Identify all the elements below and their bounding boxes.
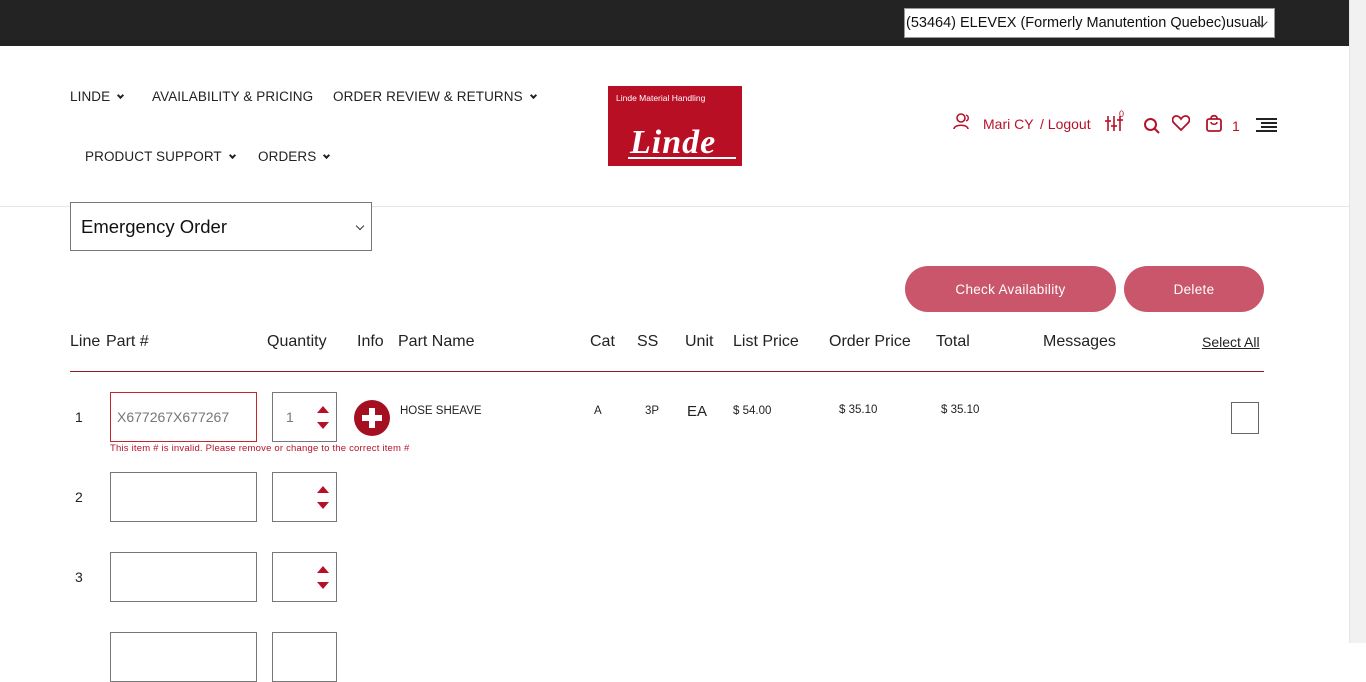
page-scrollbar[interactable] [1349,0,1366,643]
account-select-value: (53464) ELEVEX (Formerly Manutention Que… [906,15,1264,31]
column-header-quantity: Quantity [267,333,327,350]
nav-orders-label: ORDERS [258,149,317,164]
nav-availability-pricing-label: AVAILABILITY & PRICING [152,89,314,104]
column-header-list-price: List Price [733,333,799,350]
decrement-arrow-icon[interactable] [317,502,329,509]
column-header-ss: SS [637,333,659,350]
logo-tagline: Linde Material Handling [616,93,706,103]
user-name-link[interactable]: Mari CY [983,116,1034,132]
table-header-divider [70,371,1264,372]
column-header-unit: Unit [685,333,714,350]
heart-icon[interactable] [1172,115,1190,131]
nav-linde[interactable]: LINDE [70,89,125,104]
row-select-checkbox[interactable] [1231,402,1259,434]
nav-availability-pricing[interactable]: AVAILABILITY & PRICING [152,89,313,104]
category: A [594,405,602,417]
column-header-info: Info [357,333,384,350]
quantity-stepper[interactable] [272,552,337,602]
column-header-part-name: Part Name [398,333,475,350]
part-error-message: This item # is invalid. Please remove or… [110,443,410,454]
nav-orders[interactable]: ORDERS [258,149,331,164]
quantity-stepper[interactable] [272,472,337,522]
column-header-messages: Messages [1043,333,1116,350]
delete-button[interactable]: Delete [1124,266,1264,312]
compare-count-badge: 0 [1119,109,1125,119]
column-header-order-price: Order Price [829,333,911,350]
nav-product-support-label: PRODUCT SUPPORT [85,149,222,164]
row-line-number: 2 [75,489,83,505]
ss-code: 3P [645,405,660,417]
cart-count: 1 [1232,118,1240,134]
part-number-value: X677267X677267 [117,409,230,425]
account-select[interactable]: (53464) ELEVEX (Formerly Manutention Que… [904,8,1275,38]
chevron-down-icon [529,91,537,99]
quantity-value: 1 [286,409,294,425]
nav-product-support[interactable]: PRODUCT SUPPORT [85,149,236,164]
list-price: $ 54.00 [733,405,772,417]
chevron-down-icon [228,151,236,159]
row-line-number: 3 [75,569,83,585]
order-type-select[interactable]: Emergency Order [70,202,372,251]
chevron-down-icon [355,221,365,231]
part-name: HOSE SHEAVE [400,405,482,417]
column-header-cat: Cat [590,333,615,350]
quantity-stepper[interactable] [272,632,337,682]
column-header-total: Total [936,333,970,350]
decrement-arrow-icon[interactable] [317,422,329,429]
top-bar: (53464) ELEVEX (Formerly Manutention Que… [0,0,1349,46]
order-price: $ 35.10 [839,404,878,416]
shopping-bag-icon[interactable] [1205,114,1223,132]
info-plus-icon[interactable] [354,400,390,436]
quantity-stepper[interactable]: 1 [272,392,337,442]
decrement-arrow-icon[interactable] [317,582,329,589]
site-header: LINDE AVAILABILITY & PRICING ORDER REVIE… [0,46,1349,207]
chevron-down-icon [117,91,125,99]
order-type-value: Emergency Order [81,215,227,237]
user-icon[interactable] [953,112,973,130]
logout-link[interactable]: / Logout [1040,116,1091,132]
chevron-down-icon [323,151,331,159]
column-header-part: Part # [106,333,149,350]
part-number-input[interactable]: X677267X677267 [110,392,257,442]
linde-logo[interactable]: Linde Material Handling Linde [608,86,742,166]
select-all-link[interactable]: Select All [1202,334,1260,350]
line-total: $ 35.10 [941,404,980,416]
nav-order-review-returns-label: ORDER REVIEW & RETURNS [333,89,523,104]
check-availability-button[interactable]: Check Availability [905,266,1116,312]
increment-arrow-icon[interactable] [317,566,329,573]
nav-order-review-returns[interactable]: ORDER REVIEW & RETURNS [333,89,537,104]
increment-arrow-icon[interactable] [317,406,329,413]
increment-arrow-icon[interactable] [317,486,329,493]
nav-linde-label: LINDE [70,89,111,104]
hamburger-menu-icon[interactable] [1256,117,1278,133]
part-number-input[interactable] [110,472,257,522]
part-number-input[interactable] [110,632,257,682]
search-icon[interactable] [1143,117,1161,135]
row-line-number: 1 [75,409,83,425]
unit: EA [687,403,708,420]
column-header-line: Line [70,333,101,350]
logo-underline [628,157,736,159]
part-number-input[interactable] [110,552,257,602]
